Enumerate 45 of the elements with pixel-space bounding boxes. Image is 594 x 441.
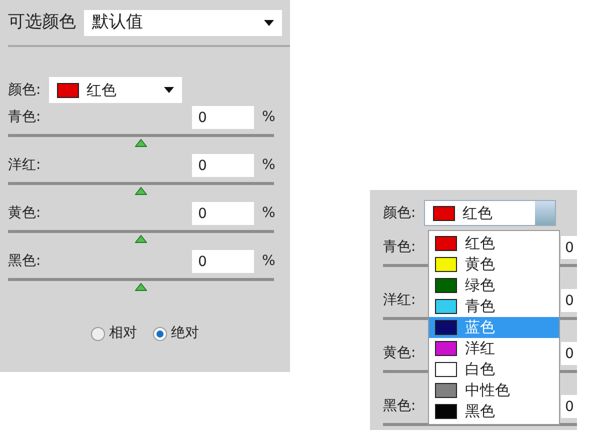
- radio-label: 绝对: [171, 324, 199, 343]
- value-field[interactable]: 0: [192, 202, 254, 225]
- color-dropdown[interactable]: 红色: [48, 77, 182, 103]
- unit-label: %: [262, 108, 274, 127]
- slider-label: 洋红:: [8, 156, 42, 175]
- value-field[interactable]: 0: [192, 154, 254, 177]
- slider-label: 黑色:: [8, 252, 42, 271]
- slider-thumb[interactable]: [135, 139, 147, 147]
- slider-thumb[interactable]: [135, 235, 147, 243]
- dropdown-option[interactable]: 黑色: [429, 401, 559, 422]
- color-label: 颜色:: [8, 80, 41, 100]
- dropdown-option[interactable]: 红色: [429, 233, 559, 254]
- panel-title: 可选颜色: [8, 11, 76, 34]
- slider-label: 洋红:: [383, 291, 416, 310]
- radio-button[interactable]: [153, 326, 167, 340]
- radio-button[interactable]: [91, 326, 105, 340]
- dropdown-option[interactable]: 黄色: [429, 254, 559, 275]
- value-field[interactable]: 0: [192, 106, 254, 129]
- dropdown-option[interactable]: 白色: [429, 359, 559, 380]
- value-field[interactable]: 0: [561, 289, 577, 312]
- slider-label: 青色:: [383, 238, 416, 257]
- unit-label: %: [262, 252, 274, 271]
- value-field[interactable]: 0: [561, 236, 577, 259]
- dropdown-option[interactable]: 洋红: [429, 338, 559, 359]
- value-field[interactable]: 0: [192, 250, 254, 273]
- slider-label: 青色:: [8, 108, 42, 127]
- caret-icon: [264, 20, 274, 26]
- slider-thumb[interactable]: [135, 283, 147, 291]
- slider-thumb[interactable]: [135, 187, 147, 195]
- value-field[interactable]: 0: [561, 342, 577, 365]
- unit-label: %: [262, 156, 274, 175]
- dropdown-option[interactable]: 中性色: [429, 380, 559, 401]
- color-dropdown[interactable]: 红色: [424, 200, 556, 226]
- dropdown-button[interactable]: [534, 201, 555, 225]
- dropdown-option[interactable]: 青色: [429, 296, 559, 317]
- slider-label: 黄色:: [8, 204, 42, 223]
- caret-icon: [164, 87, 174, 93]
- slider-label: 黑色:: [383, 397, 416, 416]
- color-label: 颜色:: [383, 204, 416, 222]
- value-field[interactable]: 0: [561, 395, 577, 418]
- slider-label: 黄色:: [383, 344, 416, 363]
- unit-label: %: [262, 204, 274, 223]
- radio-label: 相对: [109, 324, 137, 343]
- dropdown-option[interactable]: 绿色: [429, 275, 559, 296]
- preset-dropdown[interactable]: 默认值: [84, 10, 282, 36]
